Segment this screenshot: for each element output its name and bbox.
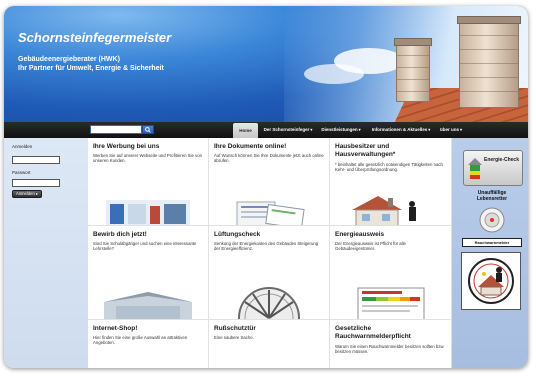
- tile-text: Senkung der Energiekosten des Gebäudes S…: [214, 241, 319, 252]
- tile-title: Bewirb dich jetzt!: [93, 231, 147, 238]
- tile-title: Rußschutztür: [214, 325, 256, 332]
- tile-text: Warum Sie einen Rauchwarnmelder besitzen…: [335, 344, 445, 355]
- energy-certificate-image: [357, 287, 425, 319]
- tile-russschutztuer[interactable]: Rußschutztür Eine saubere Sache.: [209, 320, 330, 368]
- tile-hausbesitzer[interactable]: Hausbesitzer und Hausverwaltungen* * bei…: [330, 138, 452, 226]
- smoke-detector-icon: [479, 207, 505, 233]
- tile-title: Lüftungscheck: [214, 231, 261, 238]
- nav-item-label: Informationen & Aktuelles: [371, 127, 428, 132]
- tile-text: Eine saubere Sache.: [214, 335, 254, 340]
- username-label: Anmelden: [12, 144, 33, 149]
- main-navbar: Home Der Schornsteinfeger▾ Dienstleistun…: [4, 122, 528, 138]
- browser-frame: Schornsteinfegermeister Gebäudeenergiebe…: [4, 6, 528, 368]
- chevron-down-icon: ▾: [428, 127, 431, 132]
- rauchwarnmelder-label: Rauchwarnmelder: [462, 238, 522, 247]
- tile-internet-shop[interactable]: Internet-Shop! Hier finden Sie eine groß…: [88, 320, 209, 368]
- tile-title: Internet-Shop!: [93, 325, 138, 332]
- nav-item-der-schornsteinfeger[interactable]: Der Schornsteinfeger▾: [261, 122, 315, 138]
- nav-item-informationen[interactable]: Informationen & Aktuelles▾: [369, 122, 433, 138]
- username-field[interactable]: [12, 156, 60, 164]
- chevron-down-icon: ▾: [358, 127, 361, 132]
- password-label: Passwort: [12, 170, 31, 175]
- tile-text: Der Energieausweis ist Pflicht für alle …: [335, 241, 406, 252]
- tile-lueftungscheck[interactable]: Lüftungscheck Senkung der Energiekosten …: [209, 226, 330, 320]
- nav-item-label: Der Schornsteinfeger: [263, 127, 310, 132]
- chimney-image: [394, 38, 432, 102]
- apprenticeship-image: [98, 286, 198, 319]
- tile-text: * beinhaltet alle gesetzlich notwendigen…: [335, 162, 443, 173]
- cloud-shape: [304, 64, 364, 84]
- tile-text: Sind Sie Schulabgänger und suchen eine i…: [93, 241, 197, 252]
- header-banner: Schornsteinfegermeister Gebäudeenergiebe…: [4, 6, 528, 122]
- nav-item-label: Home: [239, 128, 252, 133]
- search-input[interactable]: [90, 125, 142, 134]
- nav-item-dienstleistungen[interactable]: Dienstleistungen▾: [320, 122, 362, 138]
- chevron-down-icon: ▾: [310, 127, 313, 132]
- login-sidebar: Anmelden Passwort Anmelden ▸: [4, 138, 88, 368]
- tile-title: Ihre Werbung bei uns: [93, 143, 160, 150]
- lebensretter-badge[interactable]: Unauffällige Lebensretter Rauchwarnmelde…: [461, 190, 523, 247]
- ventilation-fan-image: [238, 287, 300, 319]
- tile-title: Ihre Dokumente online!: [214, 143, 287, 150]
- content-grid: Ihre Werbung bei uns Werben Sie auf unse…: [88, 138, 452, 368]
- tile-energieausweis[interactable]: Energieausweis Der Energieausweis ist Pf…: [330, 226, 452, 320]
- chevron-down-icon: ▾: [460, 127, 463, 132]
- energie-check-badge[interactable]: Energie-Check: [463, 150, 523, 186]
- search-button[interactable]: [142, 125, 154, 134]
- meisterbetrieb-badge[interactable]: [461, 252, 521, 310]
- chimney-image: [457, 16, 521, 108]
- tile-werbung[interactable]: Ihre Werbung bei uns Werben Sie auf unse…: [88, 138, 209, 226]
- search-icon: [145, 126, 151, 133]
- house-icon: [468, 158, 482, 179]
- nav-item-home[interactable]: Home: [233, 123, 258, 138]
- login-button[interactable]: Anmelden ▸: [12, 190, 42, 198]
- nav-item-label: Dienstleistungen: [321, 127, 358, 132]
- tile-bewirb-dich[interactable]: Bewirb dich jetzt! Sind Sie Schulabgänge…: [88, 226, 209, 320]
- nav-item-ueber-uns[interactable]: über uns▾: [438, 122, 464, 138]
- tile-text: Auf Wunsch können Sie Ihre Dokumente jet…: [214, 153, 324, 164]
- right-sidebar: Energie-Check Unauffällige Lebensretter …: [452, 138, 528, 368]
- tile-text: Werben Sie auf unserer Webseite und Prof…: [93, 153, 202, 164]
- tile-title: Energieausweis: [335, 231, 385, 238]
- password-field[interactable]: [12, 179, 60, 187]
- energie-check-label: Energie-Check: [483, 157, 519, 163]
- chimney-sweep-logo: [468, 258, 514, 304]
- advertising-image: [106, 200, 190, 225]
- tile-text: Hier finden Sie eine große Auswahl an at…: [93, 335, 188, 346]
- tile-title: Hausbesitzer und Hausverwaltungen*: [335, 143, 396, 158]
- tile-dokumente[interactable]: Ihre Dokumente online! Auf Wunsch können…: [209, 138, 330, 226]
- documents-image: [236, 201, 305, 225]
- tile-title: Gesetzliche Rauchwarnmelderpflicht: [335, 325, 411, 340]
- site-title: Schornsteinfegermeister: [18, 30, 172, 45]
- tile-rauchwarnmelder[interactable]: Gesetzliche Rauchwarnmelderpflicht Warum…: [330, 320, 452, 368]
- house-chimney-sweep-image: [352, 196, 416, 225]
- site-subtitle: Gebäudeenergieberater (HWK): [18, 56, 120, 63]
- site-tagline: Ihr Partner für Umwelt, Energie & Sicher…: [18, 65, 164, 72]
- lebensretter-title: Lebensretter: [476, 196, 508, 202]
- nav-item-label: über uns: [439, 127, 459, 132]
